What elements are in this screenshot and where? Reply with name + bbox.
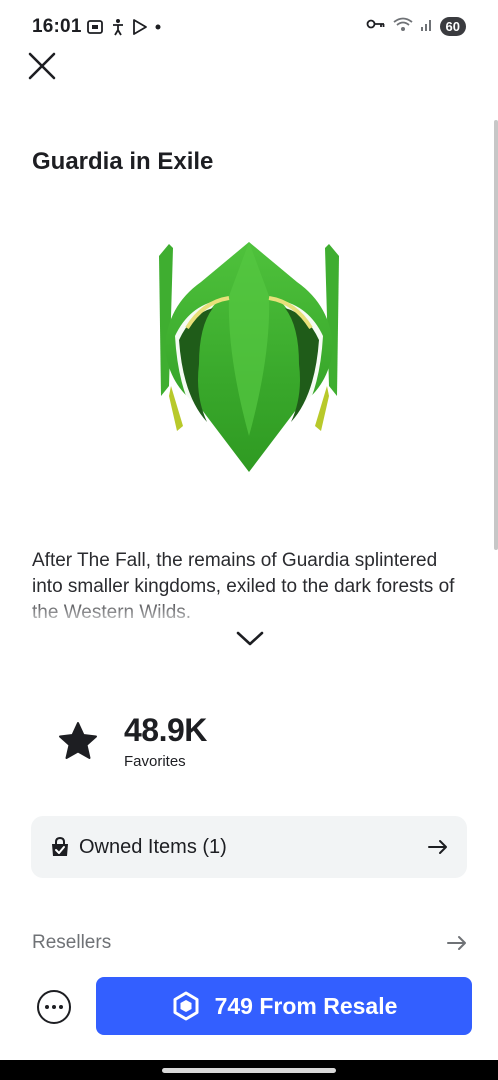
dot-icon	[154, 18, 162, 36]
owned-items-label: Owned Items (1)	[79, 835, 227, 858]
green-helmet-image	[149, 236, 349, 476]
status-right-icons: 60	[366, 15, 466, 37]
buy-button-label: 749 From Resale	[214, 992, 398, 1019]
bottom-action-bar: 749 From Resale	[0, 968, 498, 1060]
owned-items-button[interactable]: Owned Items (1)	[31, 816, 467, 878]
favorites-text: 48.9K Favorites	[124, 712, 207, 770]
resellers-label: Resellers	[32, 932, 112, 953]
favorites-label: Favorites	[124, 753, 186, 770]
more-dot-icon	[52, 1005, 56, 1009]
arrow-right-icon	[428, 840, 447, 854]
item-description: After The Fall, the remains of Guardia s…	[32, 548, 462, 626]
shopping-bag-check-icon	[52, 836, 68, 856]
more-dot-icon	[59, 1005, 63, 1009]
expand-description-button[interactable]	[233, 626, 267, 652]
chevron-down-icon	[236, 631, 264, 646]
system-nav-bar	[0, 1060, 498, 1080]
scrollbar[interactable]	[494, 120, 498, 550]
favorites-stat: 48.9K Favorites	[56, 712, 207, 770]
accessibility-icon	[110, 18, 126, 36]
screenshot-icon	[86, 18, 104, 36]
more-dot-icon	[45, 1005, 49, 1009]
wifi-icon	[392, 16, 414, 37]
battery-icon: 60	[439, 16, 466, 36]
signal-icon	[420, 16, 434, 37]
status-time: 16:01	[32, 16, 82, 37]
close-button[interactable]	[24, 48, 60, 84]
description-fade	[32, 600, 462, 626]
star-icon[interactable]	[56, 719, 100, 763]
vpn-key-icon	[366, 17, 386, 36]
close-icon	[28, 52, 56, 80]
robux-icon	[173, 991, 199, 1021]
buy-from-resale-button[interactable]: 749 From Resale	[96, 977, 472, 1035]
home-indicator[interactable]	[162, 1068, 336, 1073]
play-store-icon	[132, 18, 148, 36]
favorites-count: 48.9K	[124, 712, 207, 748]
status-left-icons	[86, 17, 162, 37]
arrow-right-icon	[447, 936, 466, 950]
status-bar: 16:01 60	[0, 0, 498, 54]
resellers-link[interactable]: Resellers	[32, 928, 468, 958]
item-title: Guardia in Exile	[32, 148, 214, 175]
more-options-button[interactable]	[37, 990, 71, 1024]
